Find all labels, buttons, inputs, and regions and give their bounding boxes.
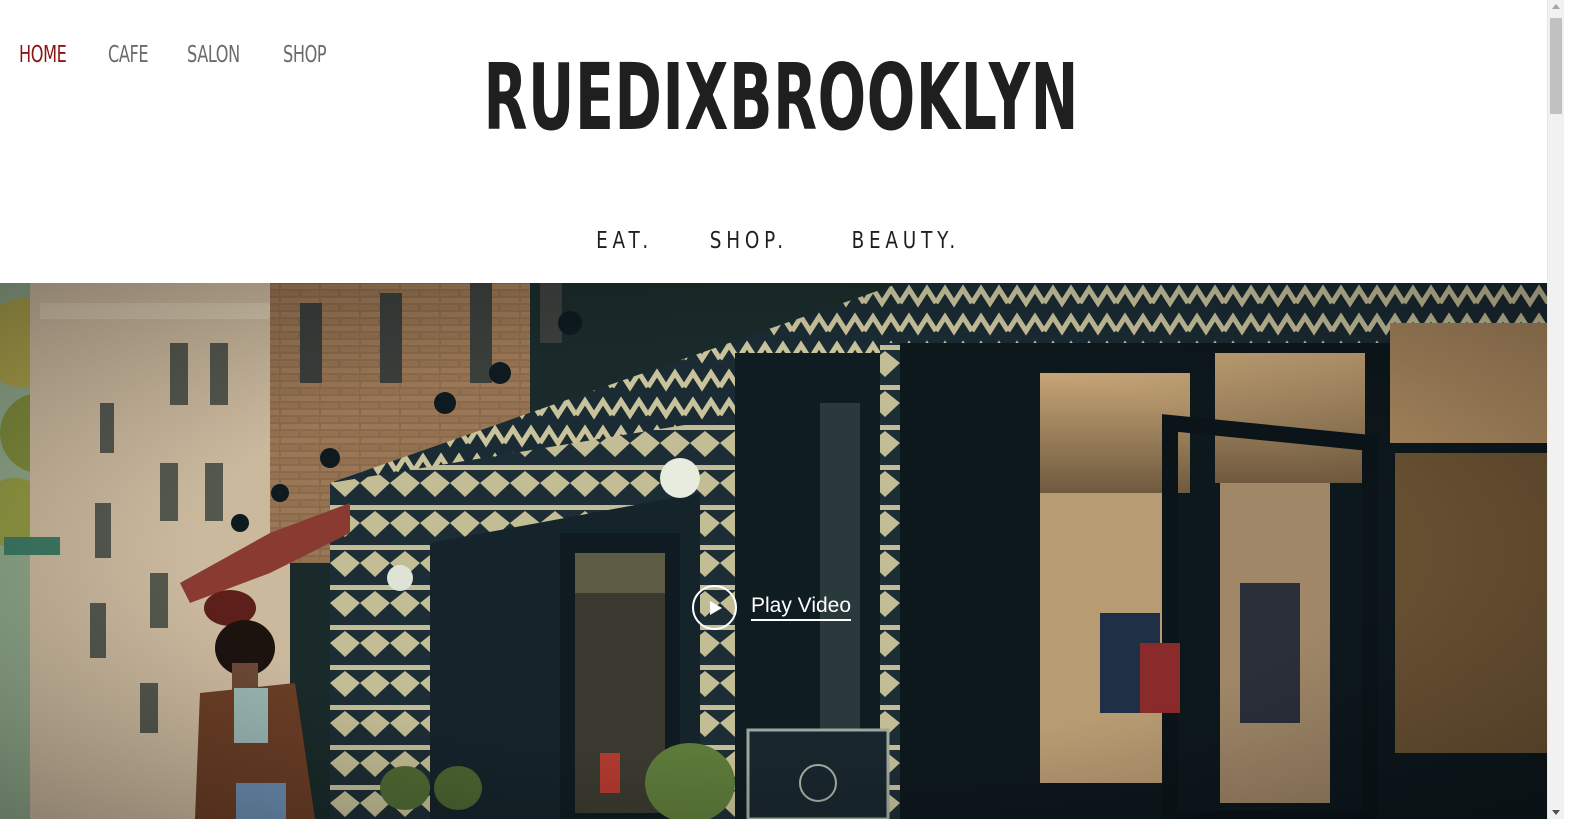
scroll-down-arrow-icon[interactable]: [1552, 810, 1560, 815]
hero-image: [0, 283, 1547, 819]
play-video-label: Play Video: [751, 594, 852, 621]
page: HOME CAFE SALON SHOP RUEDIXBROOKLYN EAT.…: [0, 0, 1563, 819]
tagline: EAT. SHOP. BEAUTY.: [0, 228, 1563, 254]
window-edge: [1564, 0, 1584, 819]
play-icon: [692, 585, 737, 630]
tagline-eat: EAT.: [596, 228, 654, 254]
tagline-shop: SHOP.: [710, 228, 789, 254]
scroll-up-arrow-icon[interactable]: [1552, 4, 1560, 9]
hero-video[interactable]: [0, 283, 1547, 819]
site-logo-text: RUEDIXBROOKLYN: [483, 44, 1080, 151]
play-video-button[interactable]: Play Video: [692, 585, 852, 630]
site-logo[interactable]: RUEDIXBROOKLYN: [0, 52, 1563, 144]
tagline-beauty: BEAUTY.: [851, 228, 961, 254]
vertical-scrollbar[interactable]: [1547, 0, 1564, 819]
scrollbar-thumb[interactable]: [1550, 18, 1562, 114]
